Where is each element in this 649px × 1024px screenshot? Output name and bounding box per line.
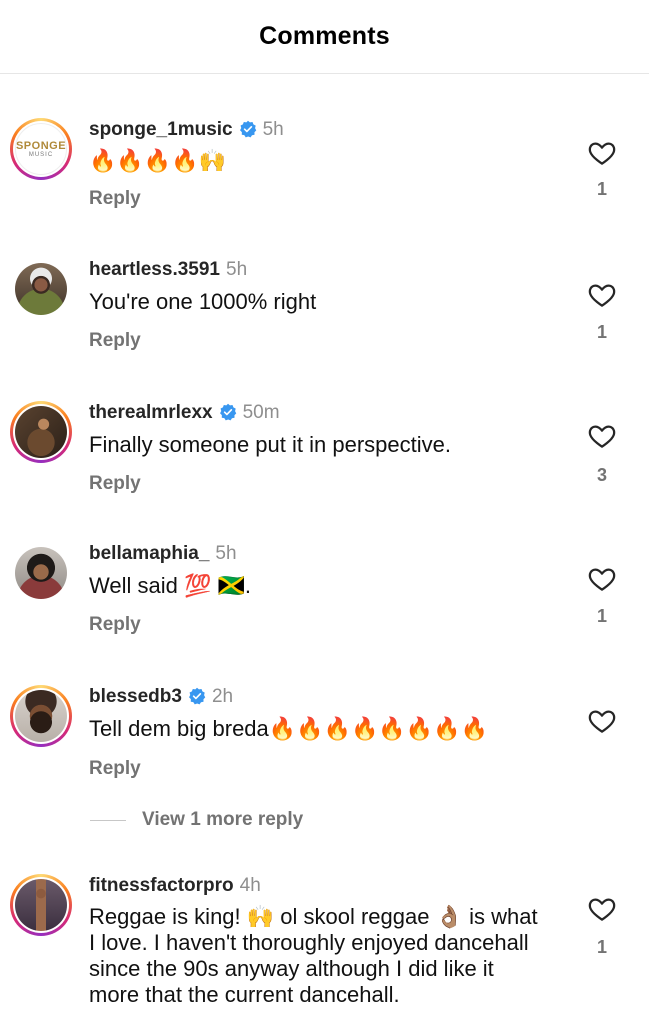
avatar-logo-subtext: MUSIC	[28, 152, 54, 158]
like-count: 3	[596, 465, 607, 485]
comment-meta: fitnessfactorpro 4h	[89, 874, 261, 898]
username[interactable]: sponge_1music	[89, 119, 233, 140]
divider	[90, 819, 126, 821]
heart-outline-icon[interactable]	[586, 138, 618, 168]
verified-badge-icon	[188, 687, 206, 705]
like-count: 1	[596, 606, 607, 626]
comment-time: 5h	[226, 259, 248, 280]
comment-meta: blessedb3 2h	[89, 685, 233, 709]
heart-outline-icon[interactable]	[586, 280, 618, 310]
view-more-replies[interactable]: View 1 more reply	[90, 808, 303, 832]
comment-meta: bellamaphia_ 5h	[89, 542, 237, 566]
comment-time: 50m	[242, 402, 280, 423]
username[interactable]: bellamaphia_	[89, 543, 209, 564]
reply-button[interactable]: Reply	[89, 473, 141, 495]
comment-text: Reggae is king! 🙌 ol skool reggae 👌🏽 is …	[89, 904, 538, 1007]
reply-button[interactable]: Reply	[89, 614, 141, 636]
like-count: 1	[596, 937, 607, 957]
username[interactable]: therealmrlexx	[89, 402, 213, 423]
avatar[interactable]: SPONGE MUSIC	[10, 118, 72, 180]
heart-outline-icon[interactable]	[586, 706, 618, 736]
avatar[interactable]	[10, 874, 72, 936]
comment-time: 4h	[239, 875, 261, 896]
reply-button[interactable]: Reply	[89, 188, 141, 210]
like-count: 1	[596, 179, 607, 199]
username[interactable]: heartless.3591	[89, 259, 220, 280]
comment-text: Tell dem big breda🔥🔥🔥🔥🔥🔥🔥🔥	[89, 716, 488, 741]
avatar[interactable]	[10, 542, 72, 604]
avatar[interactable]	[10, 401, 72, 463]
avatar[interactable]	[10, 685, 72, 747]
username[interactable]: blessedb3	[89, 686, 182, 707]
comment-time: 5h	[215, 543, 237, 564]
comment-meta: heartless.3591 5h	[89, 258, 247, 282]
avatar-logo-text: SPONGE	[15, 140, 67, 152]
comment-text: 🔥🔥🔥🔥🙌	[89, 148, 226, 173]
heart-outline-icon[interactable]	[586, 894, 618, 924]
comment-text: Finally someone put it in perspective.	[89, 432, 451, 457]
comment-time: 5h	[262, 119, 284, 140]
comment-text: Well said 💯 🇯🇲.	[89, 573, 251, 598]
username[interactable]: fitnessfactorpro	[89, 875, 234, 896]
comment-meta: sponge_1music 5h	[89, 118, 284, 142]
comment-text: You're one 1000% right	[89, 289, 317, 314]
view-more-replies-label[interactable]: View 1 more reply	[142, 809, 303, 831]
avatar[interactable]	[10, 258, 72, 320]
comment-meta: therealmrlexx 50m	[89, 401, 280, 425]
verified-badge-icon	[219, 403, 236, 421]
comments-header: Comments	[0, 0, 649, 74]
verified-badge-icon	[239, 120, 256, 138]
reply-button[interactable]: Reply	[89, 758, 141, 780]
like-count: 1	[596, 322, 607, 342]
page-title: Comments	[259, 22, 390, 50]
comment-time: 2h	[211, 686, 234, 707]
reply-button[interactable]: Reply	[89, 330, 141, 352]
heart-outline-icon[interactable]	[586, 564, 618, 594]
heart-outline-icon[interactable]	[586, 421, 618, 451]
